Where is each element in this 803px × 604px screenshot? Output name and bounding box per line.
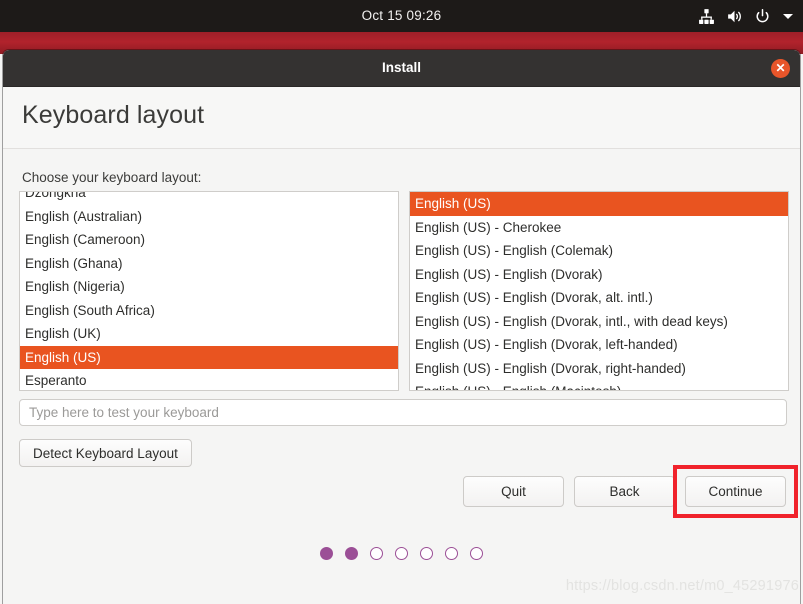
list-item[interactable]: English (Ghana) xyxy=(20,252,398,276)
list-item[interactable]: English (US) - English (Macintosh) xyxy=(410,380,788,390)
list-item[interactable]: English (US) - English (Dvorak, left-han… xyxy=(410,333,788,357)
list-item[interactable]: English (Australian) xyxy=(20,205,398,229)
list-item[interactable]: English (US) - Cherokee xyxy=(410,216,788,240)
page-header: Keyboard layout xyxy=(3,87,800,149)
list-item[interactable]: English (US) xyxy=(410,192,788,216)
list-item[interactable]: English (US) xyxy=(20,345,398,369)
system-clock[interactable]: Oct 15 09:26 xyxy=(0,0,803,32)
progress-dot[interactable] xyxy=(345,547,358,560)
chevron-down-icon[interactable] xyxy=(783,13,793,19)
continue-button-wrapper: Continue xyxy=(673,465,798,518)
window-titlebar: Install ✕ xyxy=(3,50,800,87)
progress-dots xyxy=(3,547,800,560)
close-icon[interactable]: ✕ xyxy=(771,59,790,78)
keyboard-layout-list[interactable]: Dzongkha English (Australian) English (Cam… xyxy=(19,191,399,391)
list-item[interactable]: English (UK) xyxy=(20,322,398,346)
power-icon[interactable] xyxy=(754,8,771,25)
list-item[interactable]: English (US) - English (Dvorak) xyxy=(410,263,788,287)
navigation-buttons: Quit Back Continue xyxy=(463,465,798,518)
progress-dot[interactable] xyxy=(395,547,408,560)
choose-layout-label: Choose your keyboard layout: xyxy=(22,170,202,185)
keyboard-variant-list[interactable]: English (US) English (US) - Cherokee Engli… xyxy=(409,191,789,391)
progress-dot[interactable] xyxy=(420,547,433,560)
list-item[interactable]: English (US) - English (Dvorak, right-ha… xyxy=(410,357,788,381)
page-body: Choose your keyboard layout: Dzongkha Eng… xyxy=(3,149,800,604)
installer-window: Install ✕ Keyboard layout Choose your ke… xyxy=(3,50,800,604)
list-item[interactable]: English (Nigeria) xyxy=(20,275,398,299)
detect-keyboard-layout-button[interactable]: Detect Keyboard Layout xyxy=(19,439,192,467)
list-item[interactable]: English (US) - English (Dvorak, alt. int… xyxy=(410,286,788,310)
list-item[interactable]: English (South Africa) xyxy=(20,299,398,323)
list-item[interactable]: English (US) - English (Dvorak, intl., w… xyxy=(410,310,788,334)
progress-dot[interactable] xyxy=(470,547,483,560)
system-indicators xyxy=(698,0,793,32)
list-item[interactable]: English (US) - English (Colemak) xyxy=(410,239,788,263)
progress-dot[interactable] xyxy=(320,547,333,560)
back-button[interactable]: Back xyxy=(574,476,675,507)
window-title: Install xyxy=(381,60,421,75)
quit-button[interactable]: Quit xyxy=(463,476,564,507)
continue-button[interactable]: Continue xyxy=(685,476,786,507)
progress-dot[interactable] xyxy=(445,547,458,560)
page-title: Keyboard layout xyxy=(22,101,205,129)
network-icon[interactable] xyxy=(698,8,715,25)
list-item[interactable]: English (Cameroon) xyxy=(20,228,398,252)
system-top-bar: Oct 15 09:26 xyxy=(0,0,803,32)
volume-icon[interactable] xyxy=(726,8,743,25)
keyboard-test-input[interactable] xyxy=(19,399,787,426)
list-item[interactable]: Dzongkha xyxy=(20,192,398,205)
watermark: https://blog.csdn.net/m0_45291976 xyxy=(565,578,799,594)
list-item[interactable]: Esperanto xyxy=(20,369,398,390)
keyboard-variant-list-items: English (US) English (US) - Cherokee Engli… xyxy=(410,192,788,390)
keyboard-layout-list-items: Dzongkha English (Australian) English (Cam… xyxy=(20,192,398,390)
screen: Oct 15 09:26 Install ✕ Keyboard layout C… xyxy=(0,0,803,604)
progress-dot[interactable] xyxy=(370,547,383,560)
